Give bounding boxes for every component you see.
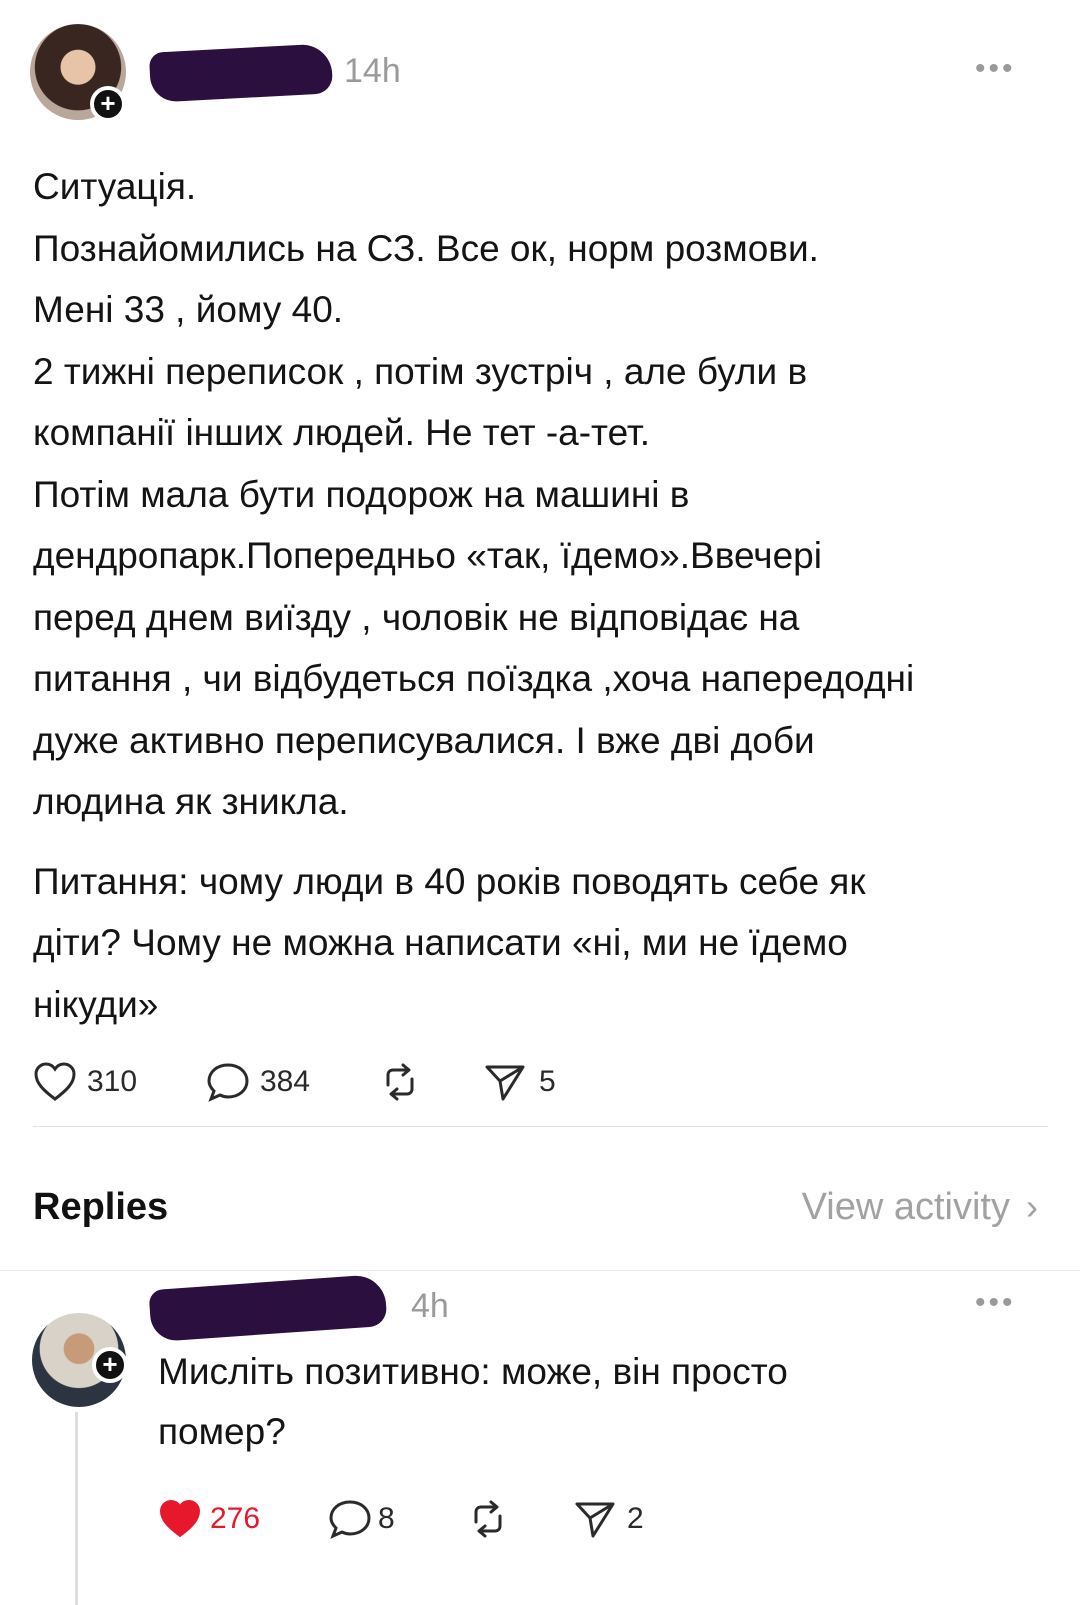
repost-button[interactable] — [378, 1061, 422, 1103]
comment-button[interactable]: 384 — [206, 1061, 310, 1103]
send-icon — [573, 1498, 617, 1540]
heart-filled-icon — [158, 1498, 202, 1540]
view-activity-link[interactable]: View activity — [802, 1186, 1010, 1229]
redacted-username — [148, 1273, 388, 1343]
comment-bubble-icon — [328, 1498, 372, 1540]
send-icon — [483, 1061, 527, 1103]
follow-plus-icon[interactable]: + — [92, 1347, 128, 1383]
comment-count: 8 — [378, 1502, 395, 1535]
heart-icon — [33, 1061, 77, 1103]
share-button[interactable]: 5 — [483, 1061, 556, 1103]
comment-button[interactable]: 8 — [328, 1498, 395, 1540]
reply-body: Мисліть позитивно: може, він просто поме… — [158, 1351, 788, 1452]
post-time: 14h — [344, 52, 401, 90]
comment-bubble-icon — [206, 1061, 250, 1103]
post-paragraph: Познайомились на СЗ. Все ок, норм розмов… — [33, 227, 819, 269]
post-paragraph: Потім мала бути подорож на машині в денд… — [33, 473, 915, 823]
like-count: 310 — [87, 1065, 138, 1098]
thread-line — [75, 1412, 78, 1605]
post-body: Ситуація. Познайомились на СЗ. Все ок, н… — [33, 156, 1033, 1035]
redacted-username — [148, 43, 334, 103]
repost-button[interactable] — [466, 1498, 510, 1540]
like-count: 276 — [210, 1502, 261, 1535]
like-button[interactable]: 276 — [158, 1498, 260, 1540]
repost-icon — [378, 1061, 422, 1103]
replies-title: Replies — [33, 1186, 169, 1228]
share-count: 2 — [627, 1502, 644, 1535]
divider — [0, 1270, 1080, 1271]
divider — [33, 1126, 1048, 1127]
post-paragraph: Ситуація. — [33, 166, 197, 207]
more-options-icon[interactable]: ••• — [975, 1286, 1016, 1320]
post-paragraph: 2 тижні переписок , потім зустріч , але … — [33, 350, 808, 454]
reply-time: 4h — [411, 1287, 449, 1325]
post-paragraph: Мені 33 , йому 40. — [33, 289, 344, 330]
follow-plus-icon[interactable]: + — [90, 86, 126, 122]
repost-icon — [466, 1498, 510, 1540]
share-button[interactable]: 2 — [573, 1498, 644, 1540]
post-question: Питання: чому люди в 40 років поводять с… — [33, 860, 866, 1025]
chevron-right-icon[interactable]: › — [1026, 1186, 1038, 1228]
more-options-icon[interactable]: ••• — [975, 52, 1016, 86]
comment-count: 384 — [260, 1065, 311, 1098]
like-button[interactable]: 310 — [33, 1061, 137, 1103]
share-count: 5 — [539, 1065, 556, 1098]
